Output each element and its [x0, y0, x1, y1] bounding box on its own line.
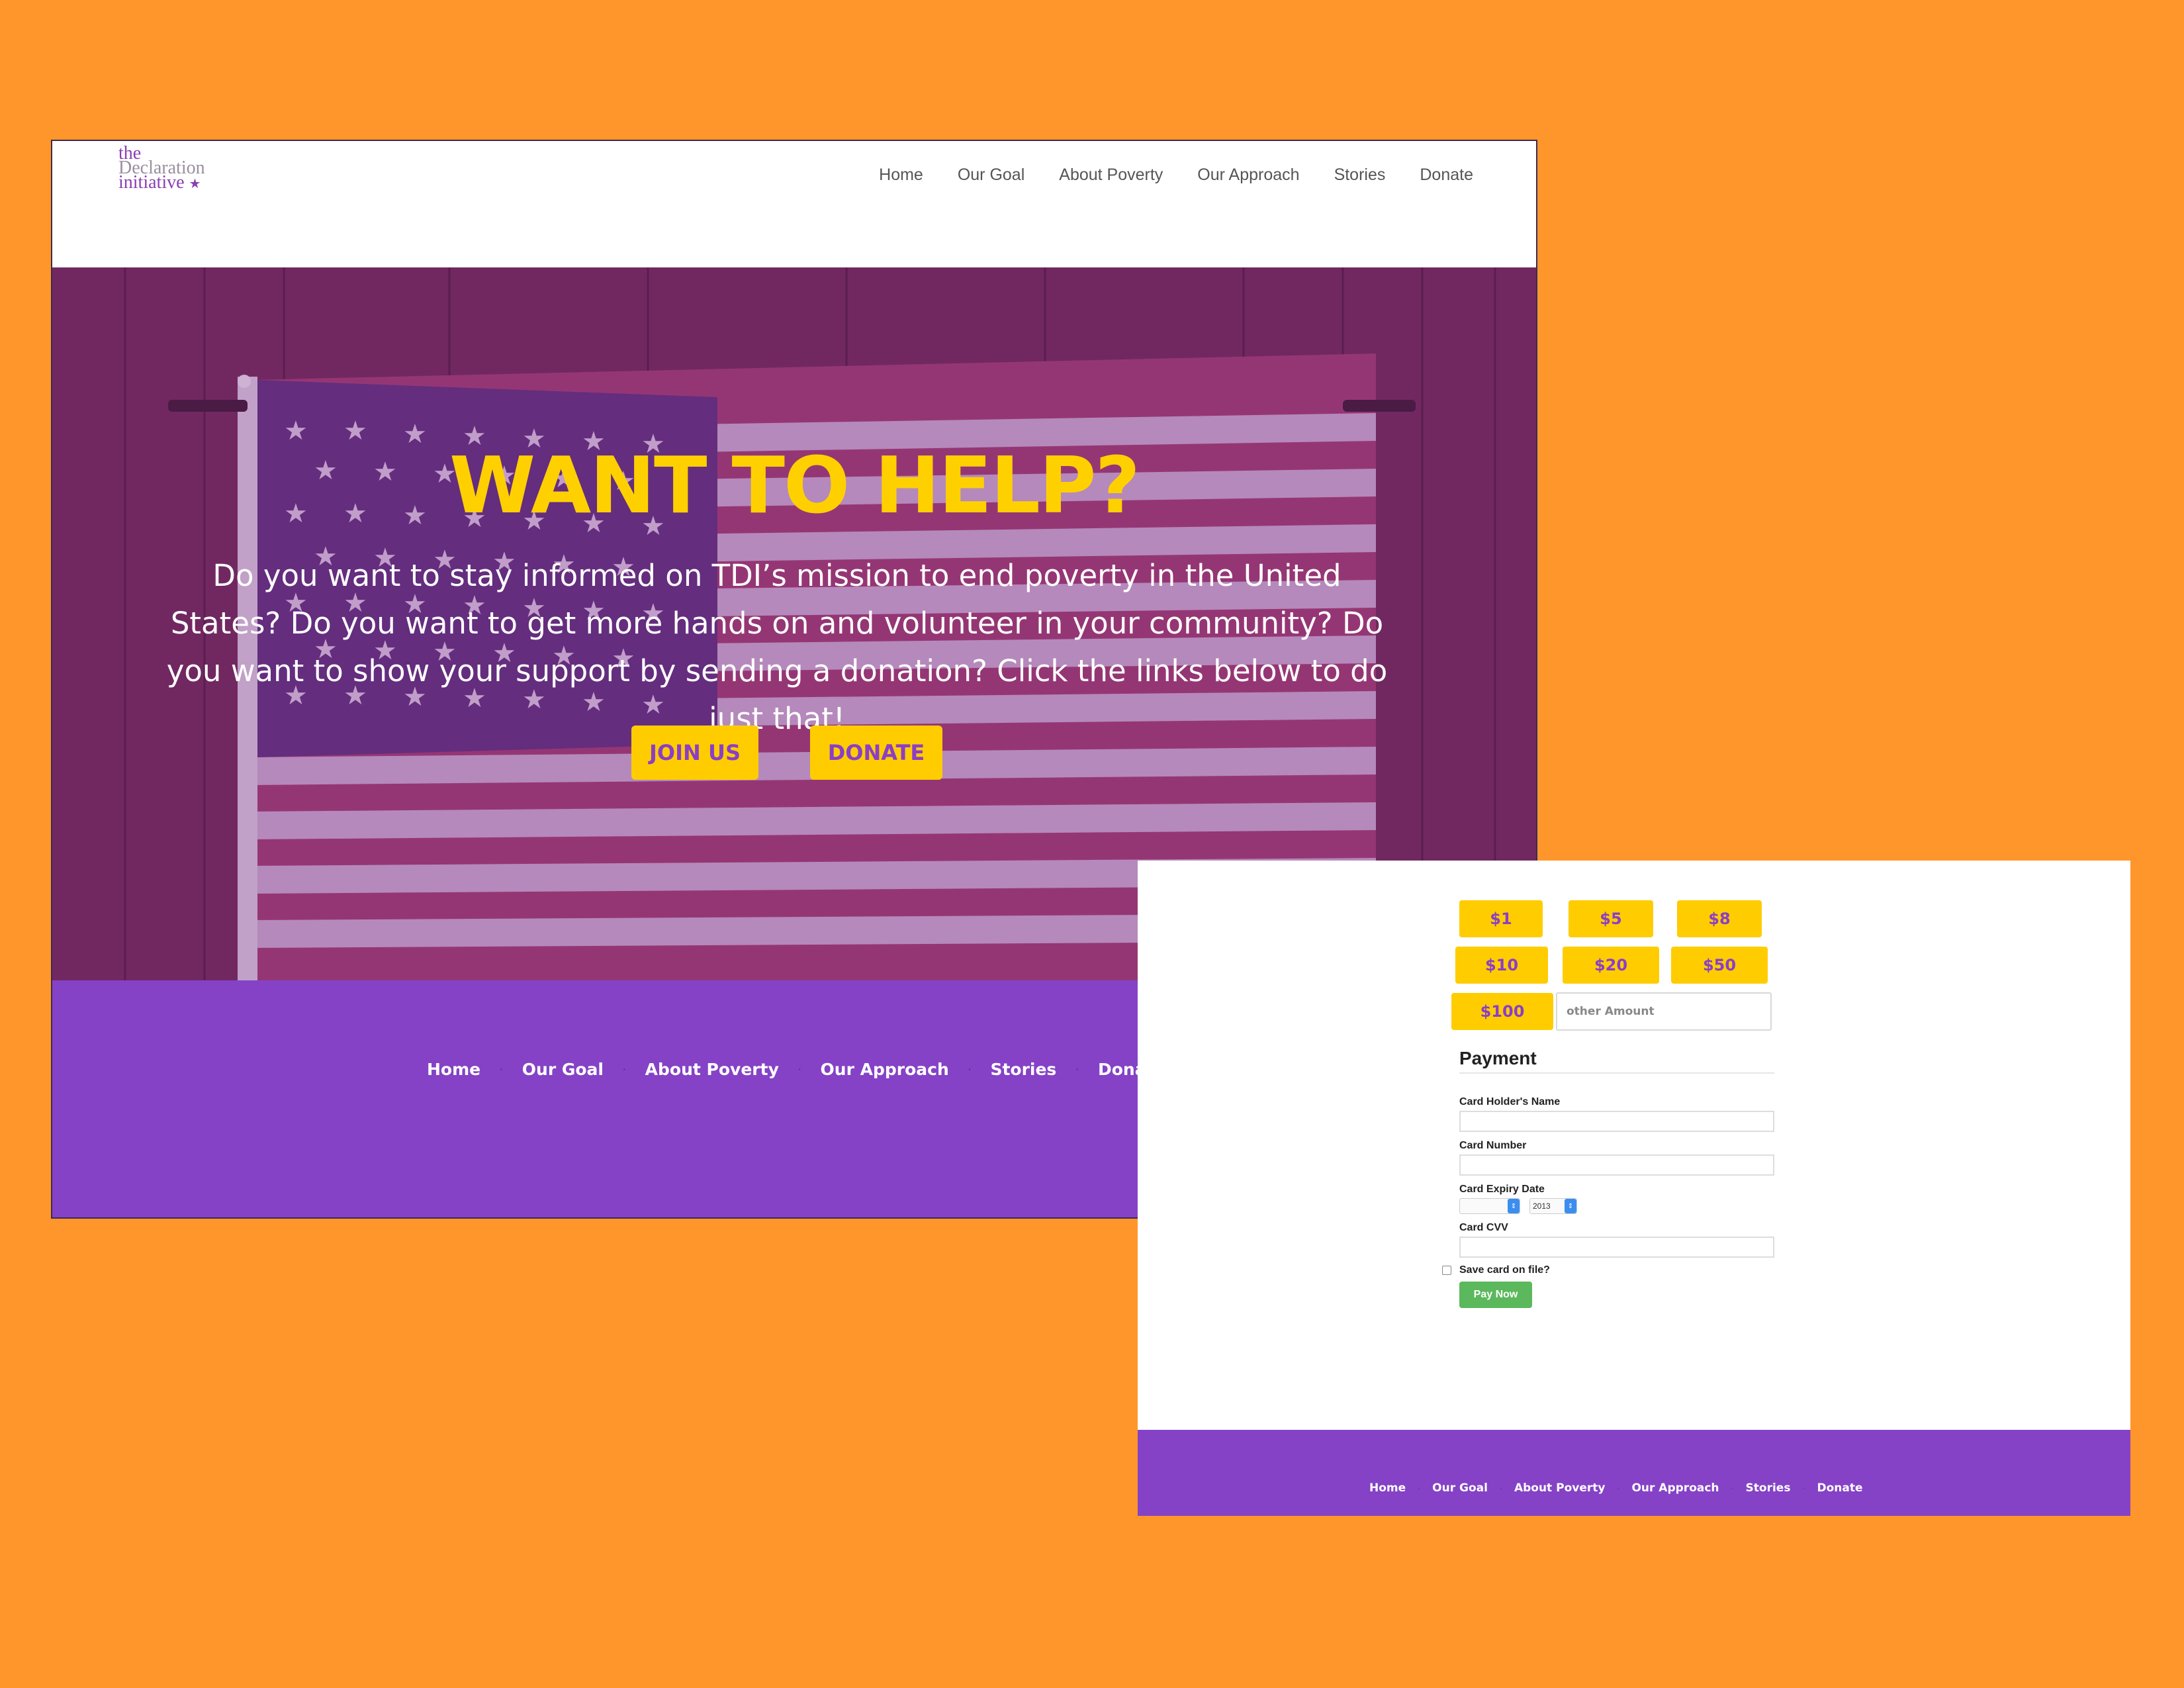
site-logo[interactable]: the Declaration initiative ★ [118, 144, 205, 193]
footer-separator: · [967, 1062, 972, 1076]
donate-page-screenshot: $1 $5 $8 $10 $20 $50 $100 other Amount P… [1138, 861, 2130, 1516]
logo-star-icon: ★ [189, 177, 201, 191]
top-navigation: Home Our Goal About Poverty Our Approach… [879, 165, 1473, 185]
select-arrows-icon: ⇕ [1565, 1199, 1576, 1213]
logo-initiative-text: initiative [118, 172, 185, 193]
amount-10-button[interactable]: $10 [1455, 947, 1548, 984]
card-cvv-input[interactable] [1459, 1237, 1774, 1258]
footer-nav-about-poverty[interactable]: About Poverty [645, 1060, 779, 1079]
save-card-checkbox[interactable] [1442, 1266, 1451, 1275]
pay-now-button[interactable]: Pay Now [1459, 1282, 1532, 1308]
footer-nav-about-poverty[interactable]: About Poverty [1514, 1481, 1606, 1495]
expiry-year-select[interactable]: 2013 ⇕ [1529, 1198, 1577, 1214]
amount-1-button[interactable]: $1 [1459, 900, 1543, 937]
footer-nav-our-goal[interactable]: Our Goal [1432, 1481, 1488, 1495]
footer-nav-home[interactable]: Home [1369, 1481, 1406, 1495]
footer-separator: · [1499, 1483, 1502, 1493]
card-number-label: Card Number [1459, 1140, 1527, 1151]
footer-separator: · [1617, 1483, 1620, 1493]
nav-home[interactable]: Home [879, 165, 923, 185]
join-us-button[interactable]: JOIN US [631, 726, 758, 780]
card-cvv-label: Card CVV [1459, 1222, 1508, 1233]
hero-title: WANT TO HELP? [449, 440, 1140, 531]
amount-100-button[interactable]: $100 [1451, 993, 1553, 1030]
card-number-input[interactable] [1459, 1154, 1774, 1176]
footer-separator: · [1802, 1483, 1805, 1493]
donate-button[interactable]: DONATE [810, 726, 942, 780]
footer-nav-our-approach[interactable]: Our Approach [821, 1060, 949, 1079]
footer-navigation: Home · Our Goal · About Poverty · Our Ap… [427, 1060, 1165, 1079]
footer-separator: · [1418, 1483, 1421, 1493]
footer-nav-our-goal[interactable]: Our Goal [522, 1060, 604, 1079]
nav-stories[interactable]: Stories [1334, 165, 1386, 185]
expiry-year-value: 2013 [1533, 1201, 1551, 1211]
amount-50-button[interactable]: $50 [1671, 947, 1768, 984]
footer-nav-our-approach[interactable]: Our Approach [1631, 1481, 1719, 1495]
footer-separator: · [622, 1062, 627, 1076]
nav-our-goal[interactable]: Our Goal [958, 165, 1024, 185]
payment-heading: Payment [1459, 1048, 1537, 1068]
footer-separator: · [499, 1062, 504, 1076]
amount-8-button[interactable]: $8 [1677, 900, 1762, 937]
card-holder-input[interactable] [1459, 1111, 1774, 1132]
footer-nav-stories[interactable]: Stories [1746, 1481, 1791, 1495]
nav-about-poverty[interactable]: About Poverty [1059, 165, 1163, 185]
amount-5-button[interactable]: $5 [1569, 900, 1653, 937]
amount-20-button[interactable]: $20 [1563, 947, 1659, 984]
nav-donate[interactable]: Donate [1420, 165, 1473, 185]
footer-nav-stories[interactable]: Stories [990, 1060, 1056, 1079]
donate-page-footer: Home · Our Goal · About Poverty · Our Ap… [1138, 1430, 2130, 1516]
expiry-month-select[interactable]: ⇕ [1459, 1198, 1520, 1214]
donate-footer-navigation: Home · Our Goal · About Poverty · Our Ap… [1369, 1481, 1862, 1495]
card-holder-label: Card Holder's Name [1459, 1096, 1561, 1107]
site-header: the Declaration initiative ★ Home Our Go… [52, 141, 1536, 267]
other-amount-input[interactable]: other Amount [1556, 992, 1772, 1031]
logo-line-initiative: initiative ★ [118, 172, 205, 193]
save-card-label: Save card on file? [1459, 1264, 1550, 1276]
payment-divider [1459, 1072, 1774, 1074]
hero-description: Do you want to stay informed on TDI’s mi… [166, 558, 1388, 736]
footer-separator: · [797, 1062, 802, 1076]
nav-our-approach[interactable]: Our Approach [1197, 165, 1299, 185]
card-expiry-label: Card Expiry Date [1459, 1184, 1545, 1195]
footer-separator: · [1075, 1062, 1079, 1076]
footer-nav-donate[interactable]: Donate [1817, 1481, 1862, 1495]
select-arrows-icon: ⇕ [1508, 1199, 1520, 1213]
footer-nav-home[interactable]: Home [427, 1060, 480, 1079]
footer-separator: · [1731, 1483, 1734, 1493]
